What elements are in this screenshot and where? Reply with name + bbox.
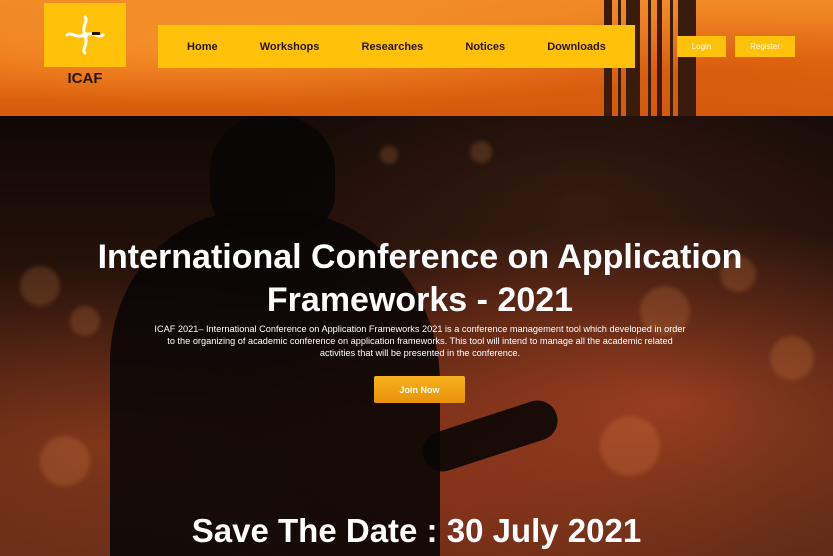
nav-workshops[interactable]: Workshops	[260, 41, 320, 53]
nav-notices[interactable]: Notices	[465, 41, 505, 53]
save-the-date-heading: Save The Date : 30 July 2021	[191, 512, 642, 549]
register-button[interactable]: Register	[735, 36, 795, 57]
logo-text: ICAF	[67, 70, 103, 87]
join-now-button[interactable]: Join Now	[374, 376, 465, 403]
login-button[interactable]: Login	[677, 36, 726, 57]
logo[interactable]	[44, 3, 126, 67]
nav-home[interactable]: Home	[187, 41, 218, 53]
site-header: ICAF Home Workshops Researches Notices D…	[0, 0, 833, 116]
hero-section: International Conference on Application …	[0, 116, 833, 556]
propeller-logo-icon	[65, 15, 105, 55]
nav-downloads[interactable]: Downloads	[547, 41, 606, 53]
hero-description: ICAF 2021– International Conference on A…	[154, 324, 686, 358]
hero-title-line2: Frameworks - 2021	[266, 281, 574, 319]
hero-title: International Conference on Application …	[40, 236, 800, 322]
hero-title-line1: International Conference on Application	[97, 238, 743, 276]
nav-researches[interactable]: Researches	[362, 41, 424, 53]
main-nav: Home Workshops Researches Notices Downlo…	[158, 25, 635, 68]
